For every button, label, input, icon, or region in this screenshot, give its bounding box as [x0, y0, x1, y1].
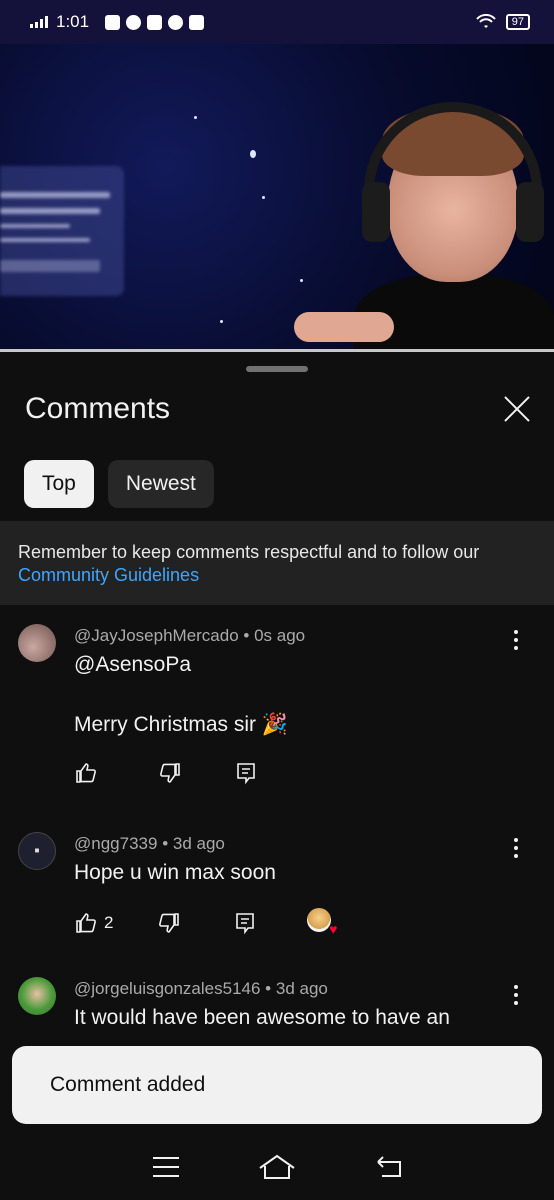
heart-icon: ♥	[329, 921, 338, 937]
community-guidelines-link[interactable]: Community Guidelines	[18, 565, 199, 585]
more-options-icon[interactable]	[506, 628, 526, 652]
signal-icon	[30, 16, 48, 28]
status-time: 1:01	[56, 12, 90, 31]
guidelines-notice: Remember to keep comments respectful and…	[0, 521, 554, 605]
home-icon[interactable]	[257, 1147, 297, 1187]
comment-time: 0s ago	[254, 626, 306, 645]
more-options-icon[interactable]	[506, 836, 526, 860]
menu-icon[interactable]	[146, 1147, 186, 1187]
video-progress-bar[interactable]	[0, 349, 554, 352]
system-nav-bar	[0, 1134, 554, 1200]
status-left: 1:01	[30, 12, 205, 32]
tab-top[interactable]: Top	[24, 460, 94, 508]
sort-tabs: Top Newest	[24, 460, 214, 508]
comment-text: Hope u win max soon	[74, 861, 276, 884]
reply-icon[interactable]	[233, 910, 259, 936]
comment-time: 3d ago	[275, 979, 328, 998]
video-player[interactable]	[0, 44, 554, 352]
drag-handle[interactable]	[246, 366, 308, 372]
status-right: 97	[476, 14, 530, 30]
comment-meta: @JayJosephMercado • 0s ago	[74, 626, 306, 645]
comment-meta: @ngg7339 • 3d ago	[74, 834, 225, 853]
like-icon[interactable]	[74, 760, 100, 786]
reply-icon[interactable]	[234, 760, 260, 786]
facebook-notification-icon	[147, 14, 163, 30]
mail-notification-icon	[189, 14, 205, 30]
comment-author[interactable]: @jorgeluisgonzales5146	[74, 979, 260, 998]
status-bar: 1:01 97	[0, 0, 554, 44]
toast-message: Comment added	[12, 1046, 542, 1124]
close-icon[interactable]	[500, 392, 534, 426]
comments-title: Comments	[25, 392, 171, 425]
youtube-notification-icon	[105, 14, 121, 30]
avatar[interactable]: ◼	[18, 832, 56, 870]
comment-text: @AsensoPa Merry Christmas sir 🎉	[74, 653, 288, 736]
dislike-icon[interactable]	[158, 760, 184, 786]
notification-icons	[105, 14, 205, 30]
avatar[interactable]	[18, 624, 56, 662]
avatar[interactable]	[18, 977, 56, 1015]
back-icon[interactable]	[368, 1147, 408, 1187]
creator-heart-badge: ♥	[307, 908, 337, 938]
app-notification-icon	[126, 14, 142, 30]
tab-newest[interactable]: Newest	[107, 460, 214, 508]
comment-actions: 2 ♥	[74, 908, 337, 938]
video-streamer-figure	[294, 102, 554, 352]
comment-author[interactable]: @ngg7339	[74, 834, 157, 853]
dislike-icon[interactable]	[157, 910, 183, 936]
comment-author[interactable]: @JayJosephMercado	[74, 626, 239, 645]
twitter-notification-icon	[168, 14, 184, 30]
like-count: 2	[104, 913, 114, 932]
comment-actions	[74, 760, 260, 786]
guidelines-text: Remember to keep comments respectful and…	[18, 542, 480, 562]
comment-meta: @jorgeluisgonzales5146 • 3d ago	[74, 979, 328, 998]
video-overlay-panel	[0, 166, 124, 296]
battery-indicator: 97	[505, 14, 530, 30]
comment-time: 3d ago	[172, 834, 225, 853]
like-icon[interactable]	[74, 910, 100, 936]
comment-text: It would have been awesome to have an	[74, 1006, 450, 1029]
creator-avatar	[307, 908, 332, 932]
wifi-icon	[476, 14, 496, 28]
